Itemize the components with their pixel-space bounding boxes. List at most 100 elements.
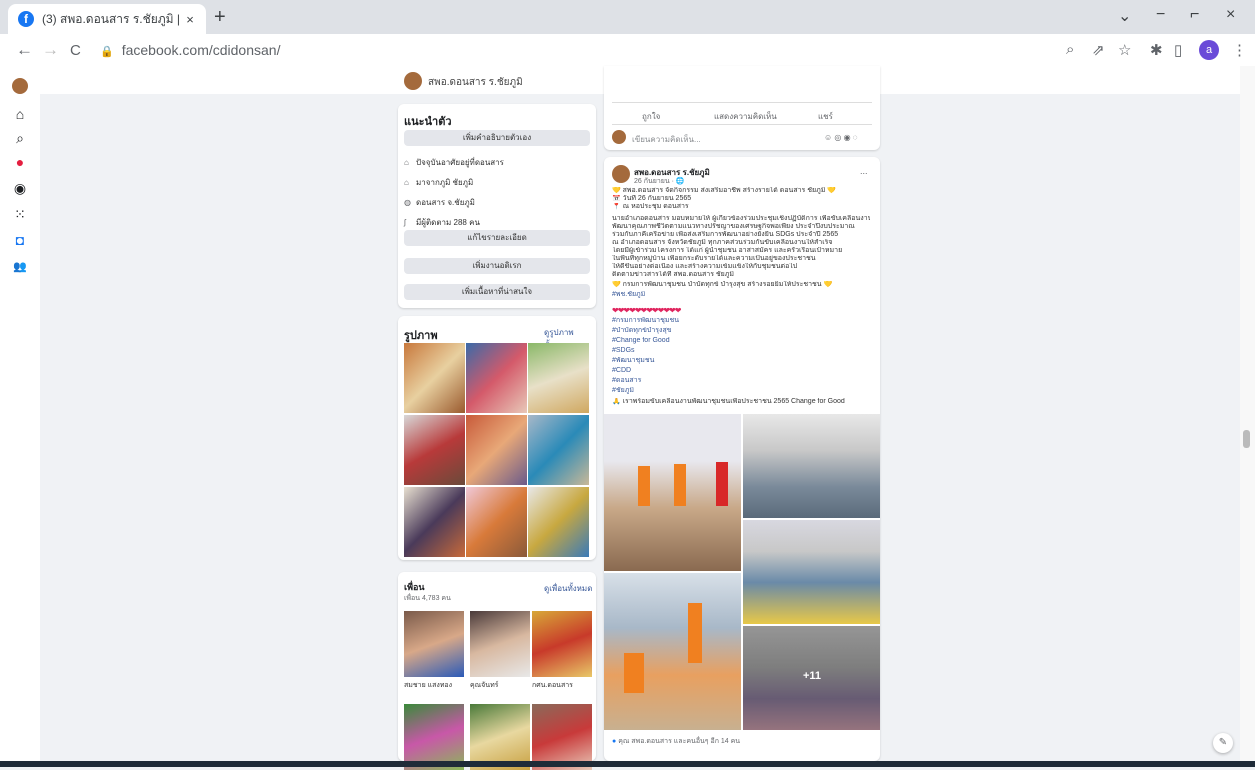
post-text-line: 💛 กรมการพัฒนาชุมชน บำบัดทุกข์ บำรุงสุข ส… bbox=[612, 281, 833, 288]
person-figure bbox=[688, 603, 702, 663]
like-button[interactable]: ถูกใจ bbox=[642, 110, 660, 123]
profile-avatar[interactable]: a bbox=[1199, 40, 1219, 60]
groups-icon[interactable]: 👥 bbox=[10, 260, 30, 273]
person-figure bbox=[674, 464, 686, 506]
tab-close-icon[interactable]: × bbox=[182, 12, 198, 27]
friend-name[interactable]: กศน.ดอนสาร bbox=[532, 680, 573, 691]
friend-photo[interactable] bbox=[470, 611, 530, 677]
browser-menu-icon[interactable]: ⋮ bbox=[1232, 41, 1247, 59]
restore-button[interactable]: ⌐ bbox=[1190, 6, 1199, 24]
friends-card: เพื่อน เพื่อน 4,783 คน ดูเพื่อนทั้งหมด ส… bbox=[398, 572, 596, 770]
home-icon[interactable]: ⌂ bbox=[10, 106, 30, 122]
scrollbar-thumb[interactable] bbox=[1243, 430, 1250, 448]
commenter-avatar bbox=[612, 130, 626, 144]
photo-thumbnail[interactable] bbox=[466, 343, 527, 413]
see-all-friends-link[interactable]: ดูเพื่อนทั้งหมด bbox=[544, 582, 592, 595]
browser-tab[interactable]: f (3) สพอ.ดอนสาร ร.ชัยภูมิ | Facebook × bbox=[8, 4, 206, 34]
hashtag[interactable]: #พัฒนาชุมชน bbox=[612, 357, 654, 364]
zoom-icon[interactable]: ⌕ bbox=[1066, 41, 1074, 58]
url-field[interactable]: 🔒 facebook.com/cdidonsan/ bbox=[100, 42, 280, 58]
pages-icon[interactable]: ◘ bbox=[10, 232, 30, 248]
photo-thumbnail[interactable] bbox=[404, 487, 465, 557]
post-card: สพอ.ดอนสาร ร.ชัยภูมิ 26 กันยายน · 🌐 ... … bbox=[604, 157, 880, 761]
share-icon[interactable]: ⇗ bbox=[1092, 41, 1105, 59]
add-bio-button[interactable]: เพิ่มคำอธิบายตัวเอง bbox=[404, 130, 590, 146]
post-hashtag-line: #บำบัดทุกข์บำรุงสุข bbox=[612, 327, 870, 335]
comment-button[interactable]: แสดงความคิดเห็น bbox=[714, 110, 777, 123]
photo-thumbnail[interactable] bbox=[404, 343, 465, 413]
share-button[interactable]: แชร์ bbox=[818, 110, 833, 123]
messenger-icon[interactable]: ◉ bbox=[10, 180, 30, 197]
tab-search-chevron-icon[interactable]: ⌄ bbox=[1118, 6, 1131, 26]
info-row-hometown: ⌂ มาจากภูมิ ชัยภูมิ bbox=[404, 178, 474, 187]
side-panel-icon[interactable]: ▯ bbox=[1174, 41, 1182, 59]
photo-thumbnail[interactable] bbox=[404, 415, 465, 485]
post-hashtag-line: #ดอนสาร bbox=[612, 377, 870, 385]
more-photos-count[interactable]: +11 bbox=[803, 670, 821, 682]
friend-photo[interactable] bbox=[532, 611, 592, 677]
comment-input[interactable]: เขียนความคิดเห็น... bbox=[632, 133, 701, 146]
page-name[interactable]: สพอ.ดอนสาร ร.ชัยภูมิ bbox=[428, 75, 523, 90]
friend-name[interactable]: สมชาย แสงทอง bbox=[404, 680, 452, 691]
like-reaction-icon: ● bbox=[612, 738, 617, 745]
page-avatar-icon[interactable] bbox=[12, 78, 28, 94]
search-icon[interactable]: ⌕ bbox=[10, 130, 30, 147]
photo-thumbnail[interactable] bbox=[528, 343, 589, 413]
new-message-icon[interactable]: ✎ bbox=[1213, 733, 1233, 753]
hashtag[interactable]: #ชัยภูมิ bbox=[612, 387, 634, 394]
url-text: facebook.com/cdidonsan/ bbox=[121, 42, 281, 58]
post-photo[interactable] bbox=[743, 414, 880, 518]
post-hashtag-line: #SDGs bbox=[612, 347, 870, 355]
emoji-icons[interactable]: ☺ ◎ ◉ ◌ bbox=[824, 133, 858, 142]
reload-button[interactable]: C bbox=[70, 42, 81, 59]
photo-thumbnail[interactable] bbox=[466, 415, 527, 485]
post-more-button[interactable]: ... bbox=[860, 166, 868, 176]
taskbar bbox=[0, 761, 1255, 767]
hashtag[interactable]: #CDD bbox=[612, 367, 631, 374]
reaction-summary[interactable]: ● คุณ สพอ.ดอนสาร และคนอื่นๆ อีก 14 คน bbox=[612, 736, 740, 747]
post-text-line: นายอำเภอดอนสาร มอบหมายให้ ผู้เกี่ยวข้องร… bbox=[612, 215, 870, 222]
bookmark-star-icon[interactable]: ☆ bbox=[1118, 41, 1131, 59]
facebook-favicon-icon: f bbox=[18, 11, 34, 27]
friend-photo[interactable] bbox=[404, 611, 464, 677]
notifications-icon[interactable]: ● bbox=[10, 154, 30, 170]
post-text-line: ให้ดีขึ้นอย่างต่อเนื่อง และสร้างความเข้ม… bbox=[612, 263, 798, 270]
photo-thumbnail[interactable] bbox=[528, 415, 589, 485]
post-text-line: พัฒนาคุณภาพชีวิตตามแนวทางปรัชญาของเศรษฐก… bbox=[612, 223, 855, 230]
back-button[interactable]: ← bbox=[16, 40, 33, 60]
friend-name[interactable]: คุณจันทร์ bbox=[470, 680, 498, 691]
hashtag[interactable]: #SDGs bbox=[612, 347, 635, 354]
forward-button[interactable]: → bbox=[42, 40, 59, 60]
post-hashtag-line: #Change for Good bbox=[612, 337, 870, 345]
post-photo[interactable] bbox=[743, 520, 880, 624]
post-photo[interactable] bbox=[604, 573, 741, 730]
hashtag[interactable]: #พช.ชัยภูมิ bbox=[612, 291, 645, 298]
hashtag[interactable]: #ดอนสาร bbox=[612, 377, 641, 384]
address-bar-row: ← → C 🔒 facebook.com/cdidonsan/ ⌕ ⇗ ☆ ✱ ▯… bbox=[0, 34, 1255, 67]
page-avatar[interactable] bbox=[404, 72, 422, 90]
edit-details-button[interactable]: แก้ไขรายละเอียด bbox=[404, 230, 590, 246]
hashtag[interactable]: #Change for Good bbox=[612, 337, 670, 344]
photo-thumbnail[interactable] bbox=[466, 487, 527, 557]
post-author-avatar[interactable] bbox=[612, 165, 630, 183]
new-tab-button[interactable]: + bbox=[214, 6, 226, 29]
post-photo[interactable]: +11 bbox=[743, 626, 880, 730]
minimize-button[interactable]: − bbox=[1156, 6, 1165, 24]
hashtag[interactable]: #บำบัดทุกข์บำรุงสุข bbox=[612, 327, 672, 334]
post-hashtag-line: #กรมการพัฒนาชุมชน bbox=[612, 317, 870, 325]
add-featured-button[interactable]: เพิ่มเนื้อหาที่น่าสนใจ bbox=[404, 284, 590, 300]
post-photo[interactable] bbox=[604, 414, 741, 571]
post-text-line: #พช.ชัยภูมิ bbox=[612, 291, 870, 299]
lock-icon: 🔒 bbox=[100, 46, 114, 58]
page-scrollbar[interactable] bbox=[1240, 66, 1255, 761]
add-hobbies-button[interactable]: เพิ่มงานอดิเรก bbox=[404, 258, 590, 274]
hashtag[interactable]: #กรมการพัฒนาชุมชน bbox=[612, 317, 679, 324]
close-window-button[interactable]: × bbox=[1226, 6, 1235, 24]
post-text-line: ร่วมกับภาคีเครือข่าย เพื่อส่งเสริมการพัฒ… bbox=[612, 231, 839, 238]
post-timestamp[interactable]: 26 กันยายน · 🌐 bbox=[634, 176, 685, 187]
menu-grid-icon[interactable]: ⁙ bbox=[10, 206, 30, 223]
extensions-icon[interactable]: ✱ bbox=[1150, 41, 1163, 59]
post-closing-line: 🙏 เราพร้อมขับเคลื่อนงานพัฒนาชุมชนเพื่อปร… bbox=[612, 398, 845, 405]
photo-thumbnail[interactable] bbox=[528, 487, 589, 557]
post-text-line: ณ อำเภอดอนสาร จังหวัดชัยภูมิ ทุกภาคส่วนร… bbox=[612, 239, 833, 246]
